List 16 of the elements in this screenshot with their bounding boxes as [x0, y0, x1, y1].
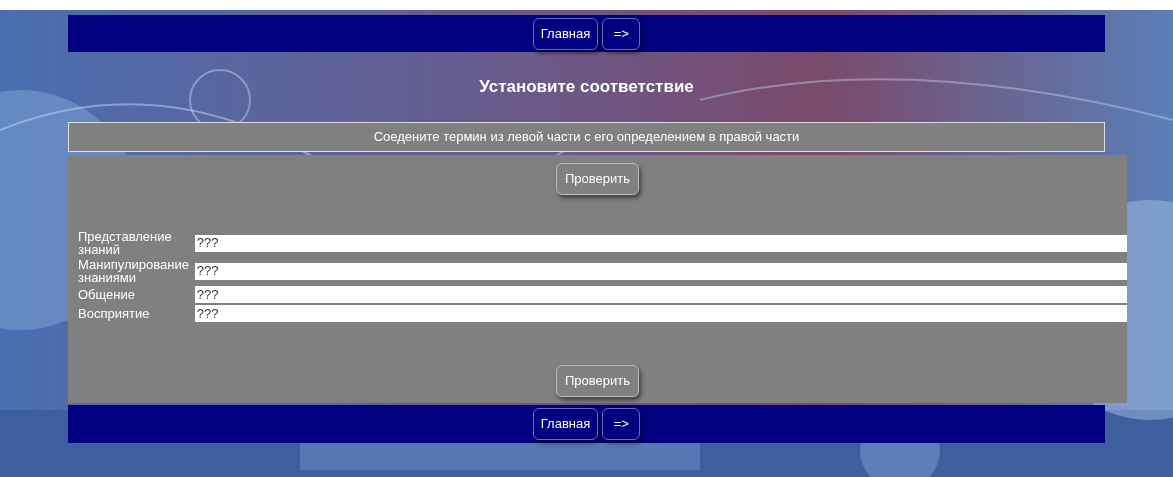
term-label: Манипулирование знаниями [78, 258, 190, 284]
answer-field[interactable]: ??? [194, 286, 1127, 303]
answer-field[interactable]: ??? [194, 234, 1127, 252]
home-button[interactable]: Главная [532, 17, 599, 50]
answer-field[interactable]: ??? [194, 262, 1127, 280]
term-label: Общение [78, 288, 136, 301]
page-title: Установите соответствие [479, 76, 694, 99]
next-button[interactable]: => [602, 408, 641, 440]
term-label: Представление знаний [78, 230, 173, 256]
instruction-text: Соедените термин из левой части с его определением в правой части [373, 128, 800, 147]
answer-field[interactable]: ??? [194, 305, 1127, 322]
next-button[interactable]: => [602, 17, 641, 50]
term-label: Восприятие [78, 307, 151, 320]
check-button[interactable]: Проверить [556, 163, 639, 195]
check-button[interactable]: Проверить [556, 365, 639, 397]
home-button[interactable]: Главная [532, 408, 599, 440]
